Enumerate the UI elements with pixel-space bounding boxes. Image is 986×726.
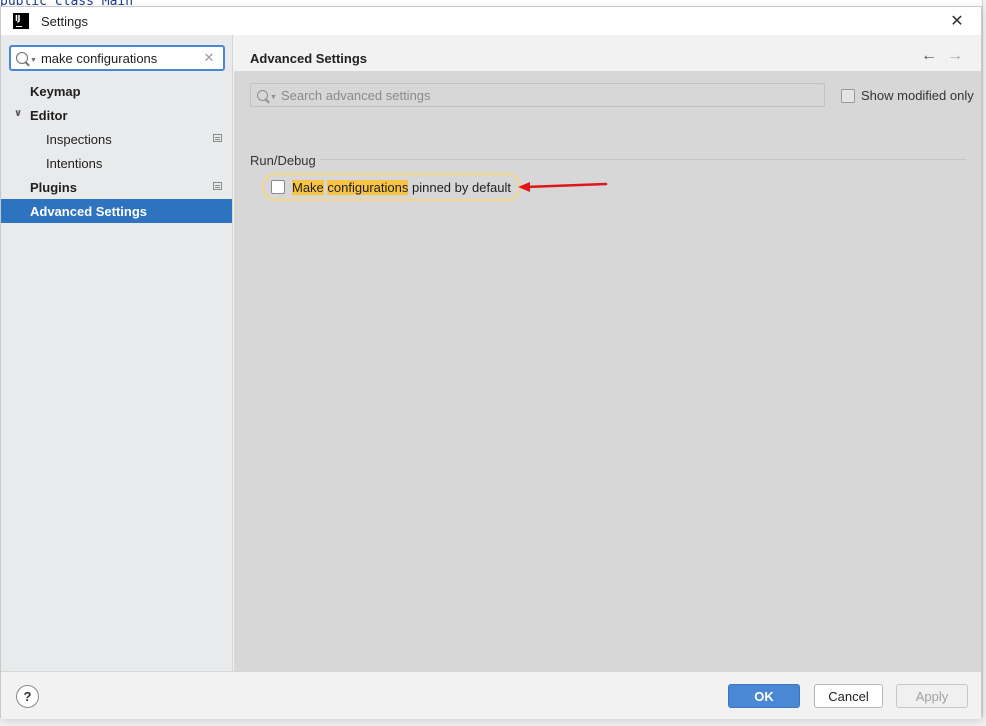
settings-search-box[interactable]: ▼ ✕ [9,45,225,71]
search-history-dropdown-icon[interactable]: ▼ [30,57,37,64]
annotation-red-arrow-icon [518,182,608,192]
show-modified-only-label: Show modified only [861,88,974,103]
dialog-footer: ? OK Cancel Apply [1,671,981,719]
advanced-settings-panel: ▼ Show modified only Run/Debug Make conf… [234,71,981,671]
title-bar: IJ Settings ✕ [1,7,981,35]
close-icon[interactable]: ✕ [947,11,967,31]
sidebar-item-plugins[interactable]: Plugins [1,175,232,199]
setting-label: Make configurations pinned by default [292,179,512,195]
settings-dialog: IJ Settings ✕ ▼ ✕ Keymap ∨ Editor Inspec… [0,6,982,719]
sidebar-item-label: Keymap [30,83,81,99]
chevron-down-icon[interactable]: ∨ [14,108,22,119]
back-arrow-icon[interactable]: ← [921,47,937,65]
sidebar-item-inspections[interactable]: Inspections [1,127,232,151]
apply-button[interactable]: Apply [896,684,968,708]
settings-tree: Keymap ∨ Editor Inspections Intentions P… [1,79,232,223]
sidebar-item-label: Inspections [46,131,112,147]
search-history-dropdown-icon[interactable]: ▼ [270,94,277,101]
window-title: Settings [41,13,88,29]
sidebar-item-label: Editor [30,107,68,123]
page-title: Advanced Settings [250,51,368,66]
sidebar-item-editor[interactable]: ∨ Editor [1,103,232,127]
advanced-search-box[interactable]: ▼ [250,83,825,107]
section-divider [320,159,966,160]
ok-button[interactable]: OK [728,684,800,708]
clear-search-icon[interactable]: ✕ [201,50,217,66]
sidebar-item-keymap[interactable]: Keymap [1,79,232,103]
project-level-icon [213,182,222,190]
background-window-edge [982,0,986,726]
search-match-highlight: configurations [327,179,409,195]
settings-search-input[interactable] [36,50,201,66]
forward-arrow-icon[interactable]: → [947,47,963,65]
intellij-app-icon: IJ [13,13,29,29]
sidebar-item-label: Advanced Settings [30,203,148,219]
main-header: Advanced Settings ← → [234,35,981,71]
search-icon [16,52,28,64]
sidebar-item-label: Intentions [46,155,103,171]
setting-make-configurations-pinned[interactable]: Make configurations pinned by default [262,173,522,201]
search-match-highlight: Make [292,179,324,195]
project-level-icon [213,134,222,142]
sidebar-item-intentions[interactable]: Intentions [1,151,232,175]
advanced-search-input[interactable] [276,87,824,103]
section-title-run-debug: Run/Debug [250,153,316,168]
settings-sidebar: ▼ ✕ Keymap ∨ Editor Inspections Intentio… [1,35,233,671]
search-icon [257,89,268,101]
help-icon[interactable]: ? [16,685,39,708]
show-modified-only-checkbox[interactable] [841,88,855,103]
sidebar-item-label: Plugins [30,179,77,195]
sidebar-item-advanced-settings[interactable]: Advanced Settings [1,199,232,223]
show-modified-only-option[interactable]: Show modified only [841,88,974,103]
cancel-button[interactable]: Cancel [814,684,883,708]
make-configurations-pinned-checkbox[interactable] [271,180,285,194]
